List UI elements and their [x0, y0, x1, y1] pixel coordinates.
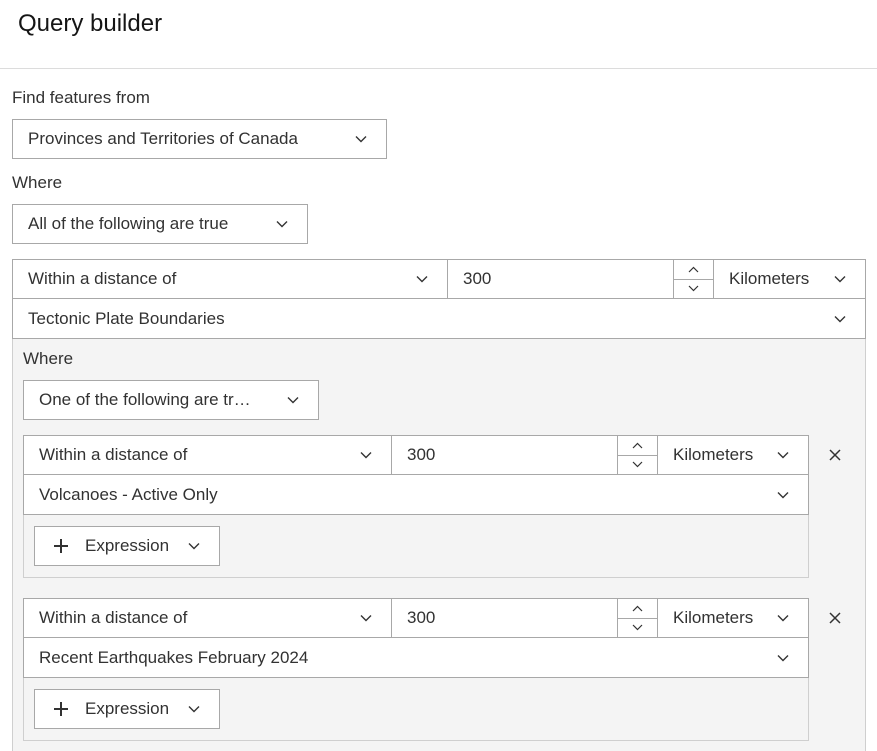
chevron-down-icon [833, 272, 847, 286]
chevron-down-icon [187, 539, 201, 553]
add-expression-button[interactable]: Expression [34, 689, 220, 729]
sub1-layer-select[interactable]: Volcanoes - Active Only [23, 474, 809, 515]
chevron-down-icon [688, 285, 699, 292]
chevron-down-icon [776, 611, 790, 625]
stepper-down-button[interactable] [674, 278, 713, 299]
sub2-layer-select[interactable]: Recent Earthquakes February 2024 [23, 637, 809, 678]
sub1-operator-value: Within a distance of [39, 445, 188, 464]
sub1-layer-value: Volcanoes - Active Only [39, 484, 218, 504]
chevron-down-icon [187, 702, 201, 716]
sub1-distance-stepper[interactable] [617, 435, 658, 475]
sub2-distance-stepper[interactable] [617, 598, 658, 638]
stepper-up-button[interactable] [618, 599, 657, 618]
chevron-down-icon [776, 488, 790, 502]
remove-sub2-button[interactable] [828, 611, 842, 625]
chevron-down-icon [833, 312, 847, 326]
nested-match-select[interactable]: One of the following are tr… [23, 380, 319, 420]
sub2-distance-input[interactable]: 300 [391, 598, 618, 638]
distance-stepper[interactable] [673, 259, 714, 299]
units-select-value: Kilometers [729, 269, 810, 288]
plus-icon [54, 702, 68, 716]
nested-match-value: One of the following are tr… [39, 390, 251, 409]
units-select[interactable]: Kilometers [713, 259, 866, 299]
chevron-down-icon [776, 448, 790, 462]
nested-where-label: Where [23, 349, 74, 368]
chevron-down-icon [359, 611, 373, 625]
chevron-down-icon [275, 217, 289, 231]
sub1-distance-value: 300 [407, 445, 436, 464]
sub1-units-select[interactable]: Kilometers [657, 435, 809, 475]
stepper-up-button[interactable] [618, 436, 657, 455]
target-layer-value: Tectonic Plate Boundaries [28, 308, 225, 328]
sub1-units-value: Kilometers [673, 445, 754, 464]
plus-icon [54, 539, 68, 553]
remove-sub1-button[interactable] [828, 448, 842, 462]
find-features-label: Find features from [12, 88, 150, 107]
distance-value: 300 [463, 269, 492, 288]
target-layer-select[interactable]: Tectonic Plate Boundaries [12, 298, 866, 339]
where-label: Where [12, 173, 63, 192]
sub1-distance-input[interactable]: 300 [391, 435, 618, 475]
chevron-down-icon [776, 651, 790, 665]
close-icon [829, 612, 841, 624]
stepper-down-button[interactable] [618, 454, 657, 475]
chevron-up-icon [688, 266, 699, 273]
add-expression-label: Expression [85, 699, 170, 718]
chevron-down-icon [354, 132, 368, 146]
chevron-down-icon [632, 624, 643, 631]
sub2-units-value: Kilometers [673, 608, 754, 627]
add-expression-button[interactable]: Expression [34, 526, 220, 566]
operator-select-value: Within a distance of [28, 269, 177, 288]
stepper-down-button[interactable] [618, 617, 657, 638]
match-select[interactable]: All of the following are true [12, 204, 308, 244]
page-title: Query builder [18, 10, 163, 37]
header-divider [0, 68, 877, 69]
sub1-operator-select[interactable]: Within a distance of [23, 435, 392, 475]
close-icon [829, 449, 841, 461]
sub2-units-select[interactable]: Kilometers [657, 598, 809, 638]
sub2-distance-value: 300 [407, 608, 436, 627]
stepper-up-button[interactable] [674, 260, 713, 279]
layer-select[interactable]: Provinces and Territories of Canada [12, 119, 387, 159]
chevron-down-icon [286, 393, 300, 407]
chevron-up-icon [632, 605, 643, 612]
layer-select-value: Provinces and Territories of Canada [28, 129, 298, 148]
chevron-down-icon [632, 461, 643, 468]
sub2-operator-value: Within a distance of [39, 608, 188, 627]
sub2-operator-select[interactable]: Within a distance of [23, 598, 392, 638]
match-select-value: All of the following are true [28, 214, 229, 233]
add-expression-label: Expression [85, 536, 170, 555]
chevron-up-icon [632, 442, 643, 449]
operator-select[interactable]: Within a distance of [12, 259, 448, 299]
chevron-down-icon [415, 272, 429, 286]
distance-input[interactable]: 300 [447, 259, 674, 299]
chevron-down-icon [359, 448, 373, 462]
sub2-layer-value: Recent Earthquakes February 2024 [39, 647, 309, 667]
